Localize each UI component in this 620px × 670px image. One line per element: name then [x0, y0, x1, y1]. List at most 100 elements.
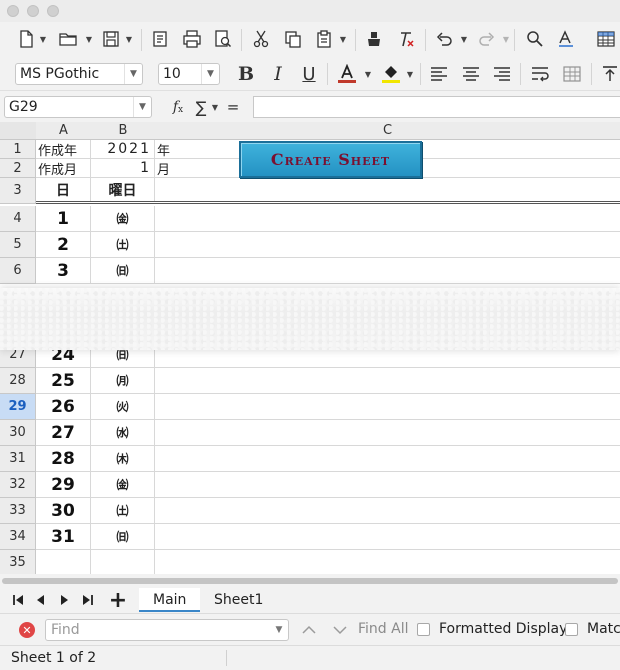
sheet-tab-main[interactable]: Main — [139, 588, 201, 612]
highlight-color-menu-icon[interactable]: ▼ — [405, 62, 415, 86]
row-header[interactable]: 2 — [0, 159, 36, 178]
weekday-cell[interactable]: ㈫ — [91, 394, 155, 419]
weekday-column-header[interactable]: 曜日 — [91, 178, 155, 201]
font-color-menu-icon[interactable]: ▼ — [363, 62, 373, 86]
copy-icon[interactable] — [281, 27, 305, 51]
weekday-cell[interactable]: ㈮ — [91, 206, 155, 231]
previous-sheet-icon[interactable] — [31, 590, 51, 610]
cell[interactable] — [155, 446, 620, 471]
print-icon[interactable] — [180, 27, 204, 51]
row-header[interactable]: 28 — [0, 368, 36, 394]
new-document-icon[interactable] — [14, 27, 38, 51]
chevron-down-icon[interactable]: ▼ — [124, 64, 142, 84]
day-cell[interactable]: 1 — [36, 206, 91, 231]
row-header[interactable]: 29 — [0, 394, 36, 420]
weekday-cell[interactable]: ㈬ — [91, 420, 155, 445]
cell-value[interactable]: 1 — [91, 159, 155, 177]
cell-label[interactable]: 作成月 — [36, 159, 91, 178]
cell[interactable] — [155, 258, 620, 283]
row-header[interactable]: 35 — [0, 550, 36, 574]
clear-formatting-icon[interactable] — [394, 27, 418, 51]
day-cell[interactable]: 28 — [36, 446, 91, 471]
day-cell[interactable] — [36, 550, 91, 574]
weekday-cell[interactable] — [91, 550, 155, 574]
open-menu-icon[interactable]: ▼ — [84, 27, 94, 51]
close-window-button[interactable] — [7, 5, 19, 17]
formula-icon[interactable]: = — [221, 95, 245, 119]
row-header[interactable]: 33 — [0, 498, 36, 524]
find-previous-icon[interactable] — [297, 618, 321, 642]
row-header[interactable]: 1 — [0, 140, 36, 159]
name-box[interactable]: G29 ▼ — [4, 96, 152, 118]
row-header[interactable]: 6 — [0, 258, 36, 284]
cell[interactable] — [155, 524, 620, 549]
paste-icon[interactable] — [312, 27, 336, 51]
bold-icon[interactable]: B — [234, 62, 258, 86]
column-header-a[interactable]: A — [36, 122, 92, 140]
day-cell[interactable]: 2 — [36, 232, 91, 257]
undo-icon[interactable] — [432, 27, 456, 51]
chevron-down-icon[interactable]: ▼ — [270, 620, 288, 640]
weekday-cell[interactable]: ㈰ — [91, 524, 155, 549]
weekday-cell[interactable]: ㈰ — [91, 258, 155, 283]
align-left-icon[interactable] — [427, 62, 451, 86]
new-document-menu-icon[interactable]: ▼ — [38, 27, 48, 51]
highlight-color-icon[interactable] — [379, 62, 403, 86]
clone-formatting-icon[interactable] — [362, 27, 386, 51]
formula-input[interactable] — [253, 96, 620, 118]
select-all-corner[interactable] — [0, 122, 37, 140]
minimize-window-button[interactable] — [27, 5, 39, 17]
scrollbar-thumb[interactable] — [2, 578, 618, 584]
cell[interactable] — [155, 178, 620, 201]
cell[interactable] — [155, 368, 620, 393]
save-menu-icon[interactable]: ▼ — [124, 27, 134, 51]
weekday-cell[interactable]: ㈮ — [91, 472, 155, 497]
cell[interactable] — [155, 232, 620, 257]
font-color-icon[interactable] — [335, 62, 359, 86]
merge-cells-icon[interactable] — [560, 62, 584, 86]
day-cell[interactable]: 27 — [36, 420, 91, 445]
horizontal-scrollbar[interactable] — [0, 574, 620, 586]
sum-menu-icon[interactable]: ▼ — [210, 95, 220, 119]
cell-value[interactable]: 2021 — [91, 140, 155, 158]
match-case-checkbox[interactable] — [565, 623, 578, 636]
cell[interactable] — [155, 206, 620, 231]
chevron-down-icon[interactable]: ▼ — [133, 97, 151, 117]
last-sheet-icon[interactable] — [78, 590, 98, 610]
align-top-icon[interactable] — [598, 62, 620, 86]
add-sheet-icon[interactable]: + — [108, 588, 128, 613]
create-sheet-button[interactable]: Create Sheet — [239, 141, 422, 178]
underline-icon[interactable]: U — [297, 62, 321, 86]
day-cell[interactable]: 25 — [36, 368, 91, 393]
find-next-icon[interactable] — [328, 618, 352, 642]
column-header-c[interactable]: C — [155, 122, 620, 140]
close-find-bar-icon[interactable]: ✕ — [19, 622, 35, 638]
align-center-icon[interactable] — [459, 62, 483, 86]
chevron-down-icon[interactable]: ▼ — [201, 64, 219, 84]
export-pdf-icon[interactable] — [148, 27, 172, 51]
day-cell[interactable]: 3 — [36, 258, 91, 283]
sheet-tab-sheet1[interactable]: Sheet1 — [200, 588, 277, 612]
open-folder-icon[interactable] — [56, 27, 80, 51]
cell-label[interactable]: 作成年 — [36, 140, 91, 159]
day-cell[interactable]: 29 — [36, 472, 91, 497]
day-cell[interactable]: 26 — [36, 394, 91, 419]
cut-icon[interactable] — [249, 27, 273, 51]
find-replace-icon[interactable] — [523, 27, 547, 51]
redo-menu-icon[interactable]: ▼ — [501, 27, 511, 51]
function-wizard-icon[interactable]: fx — [166, 95, 190, 119]
redo-icon[interactable] — [475, 27, 499, 51]
cell[interactable] — [155, 472, 620, 497]
weekday-cell[interactable]: ㈯ — [91, 498, 155, 523]
formatted-display-checkbox[interactable] — [417, 623, 430, 636]
find-all-button[interactable]: Find All — [358, 621, 409, 637]
undo-menu-icon[interactable]: ▼ — [459, 27, 469, 51]
first-sheet-icon[interactable] — [8, 590, 28, 610]
weekday-cell[interactable]: ㈯ — [91, 232, 155, 257]
row-header[interactable]: 4 — [0, 206, 36, 232]
day-column-header[interactable]: 日 — [36, 178, 91, 201]
print-preview-icon[interactable] — [211, 27, 235, 51]
zoom-window-button[interactable] — [47, 5, 59, 17]
find-input[interactable]: Find ▼ — [45, 619, 289, 641]
cell[interactable] — [155, 394, 620, 419]
